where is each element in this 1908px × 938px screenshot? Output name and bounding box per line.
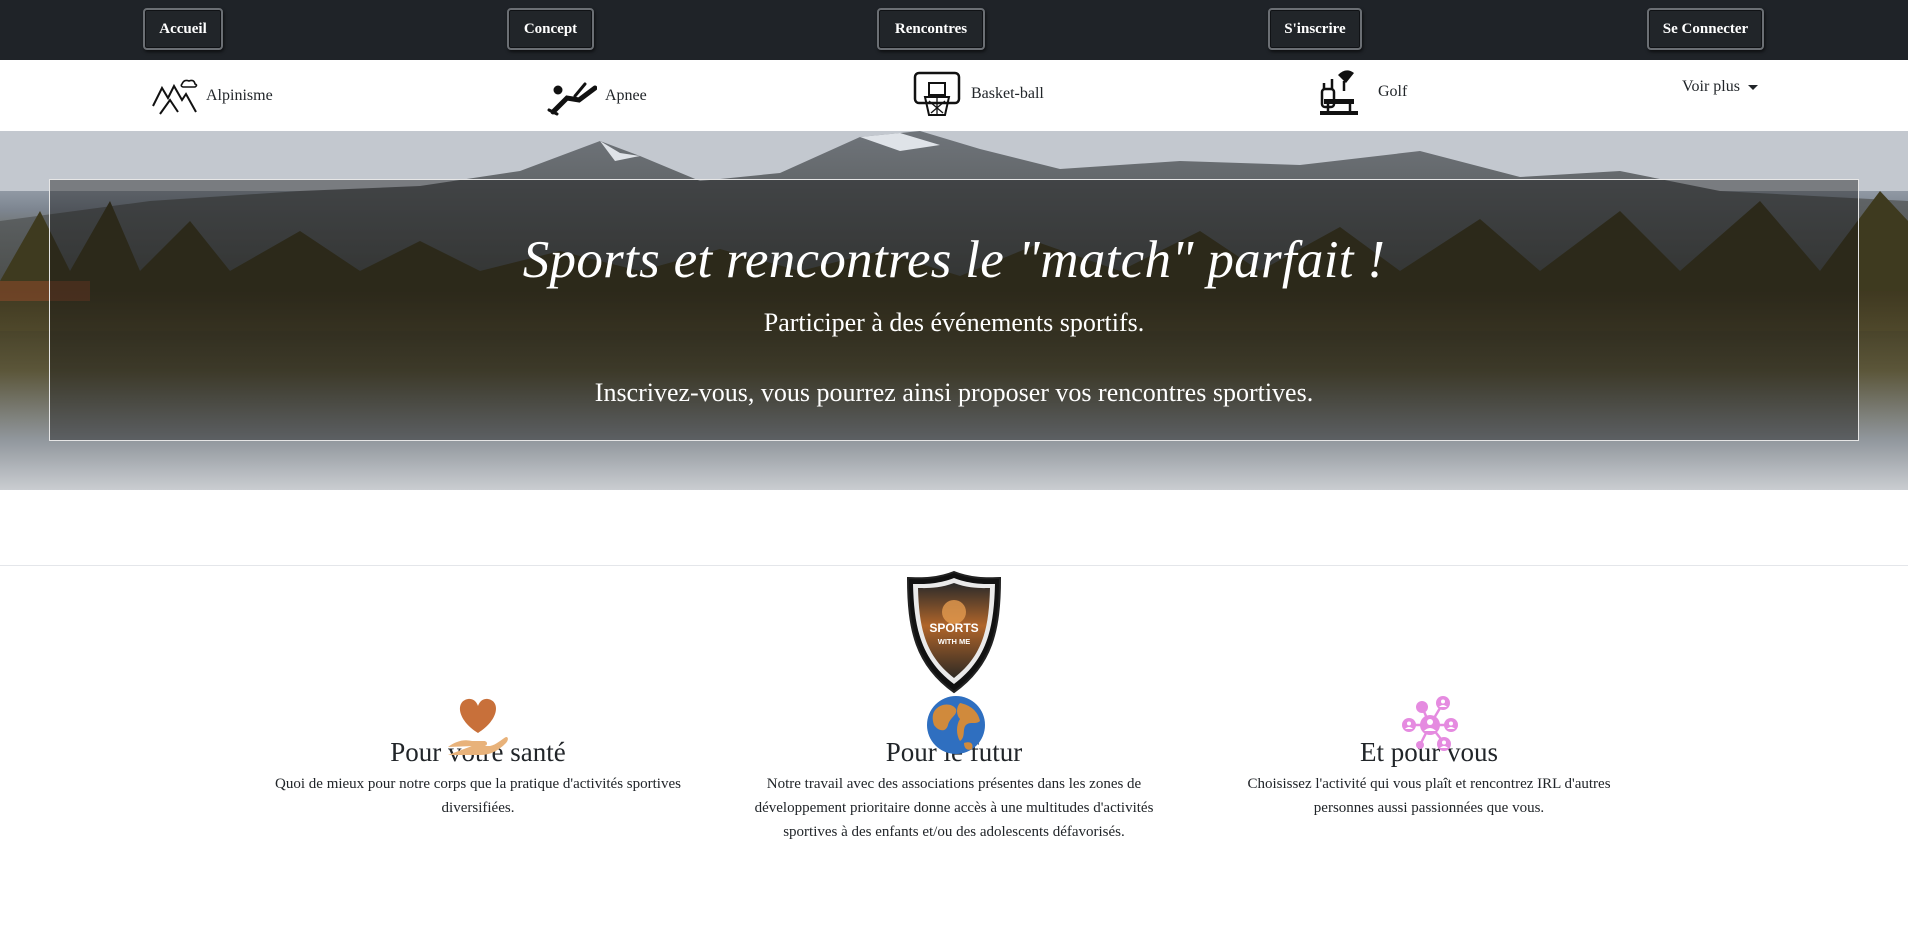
logo-text-2: WITH ME [938, 637, 971, 646]
nav-signup-button[interactable]: S'inscrire [1268, 8, 1362, 50]
basketball-hoop-icon [913, 71, 961, 116]
top-navbar: Accueil Concept Rencontres S'inscrire Se… [0, 0, 1908, 60]
voir-plus-label: Voir plus [1682, 78, 1740, 95]
feature-text: Choisissez l'activité qui vous plaît et … [1247, 776, 1611, 816]
sport-label: Golf [1378, 83, 1408, 100]
section-divider [0, 565, 1908, 566]
sport-apnee[interactable]: Apnee [545, 76, 647, 116]
nav-rencontres-button[interactable]: Rencontres [877, 8, 985, 50]
golf-icon [1320, 70, 1358, 115]
logo-text-1: SPORTS [929, 621, 978, 635]
sport-label: Alpinisme [206, 87, 273, 104]
site-logo: SPORTS WITH ME [904, 570, 1004, 694]
feature-vous: Et pour vous Choisissez l'activité qui v… [1219, 696, 1639, 820]
heart-hand-icon [446, 695, 510, 762]
sport-basketball[interactable]: Basket-ball [913, 71, 1044, 116]
sport-alpinisme[interactable]: Alpinisme [152, 76, 273, 116]
sport-golf[interactable]: Golf [1318, 70, 1408, 115]
sport-label: Apnee [605, 87, 647, 104]
chevron-down-icon [1747, 84, 1758, 90]
nav-concept-button[interactable]: Concept [507, 8, 594, 50]
nav-accueil-button[interactable]: Accueil [143, 8, 223, 50]
voir-plus-dropdown[interactable]: Voir plus [1682, 78, 1758, 96]
hero-subtitle-1: Participer à des événements sportifs. [763, 308, 1145, 337]
feature-futur: Pour le futur Notre travail avec des ass… [744, 696, 1164, 844]
mountain-icon [152, 79, 198, 115]
sport-label: Basket-ball [971, 85, 1044, 102]
feature-text: Quoi de mieux pour notre corps que la pr… [275, 776, 681, 816]
hero-title: Sports et rencontres le "match" parfait … [522, 231, 1386, 289]
feature-sante: Pour votre santé Quoi de mieux pour notr… [268, 698, 688, 820]
hero-subtitle-2: Inscrivez-vous, vous pourrez ainsi propo… [594, 378, 1314, 407]
sports-bar: Alpinisme Apnee Basket-ball Golf Voir pl… [0, 60, 1908, 131]
hero-caption: Sports et rencontres le "match" parfait … [49, 179, 1859, 441]
network-people-icon [1400, 695, 1460, 760]
hero-banner: Sports et rencontres le "match" parfait … [0, 131, 1908, 490]
nav-login-button[interactable]: Se Connecter [1647, 8, 1764, 50]
globe-icon [926, 695, 986, 760]
feature-text: Notre travail avec des associations prés… [754, 776, 1154, 840]
diver-icon [547, 82, 597, 116]
